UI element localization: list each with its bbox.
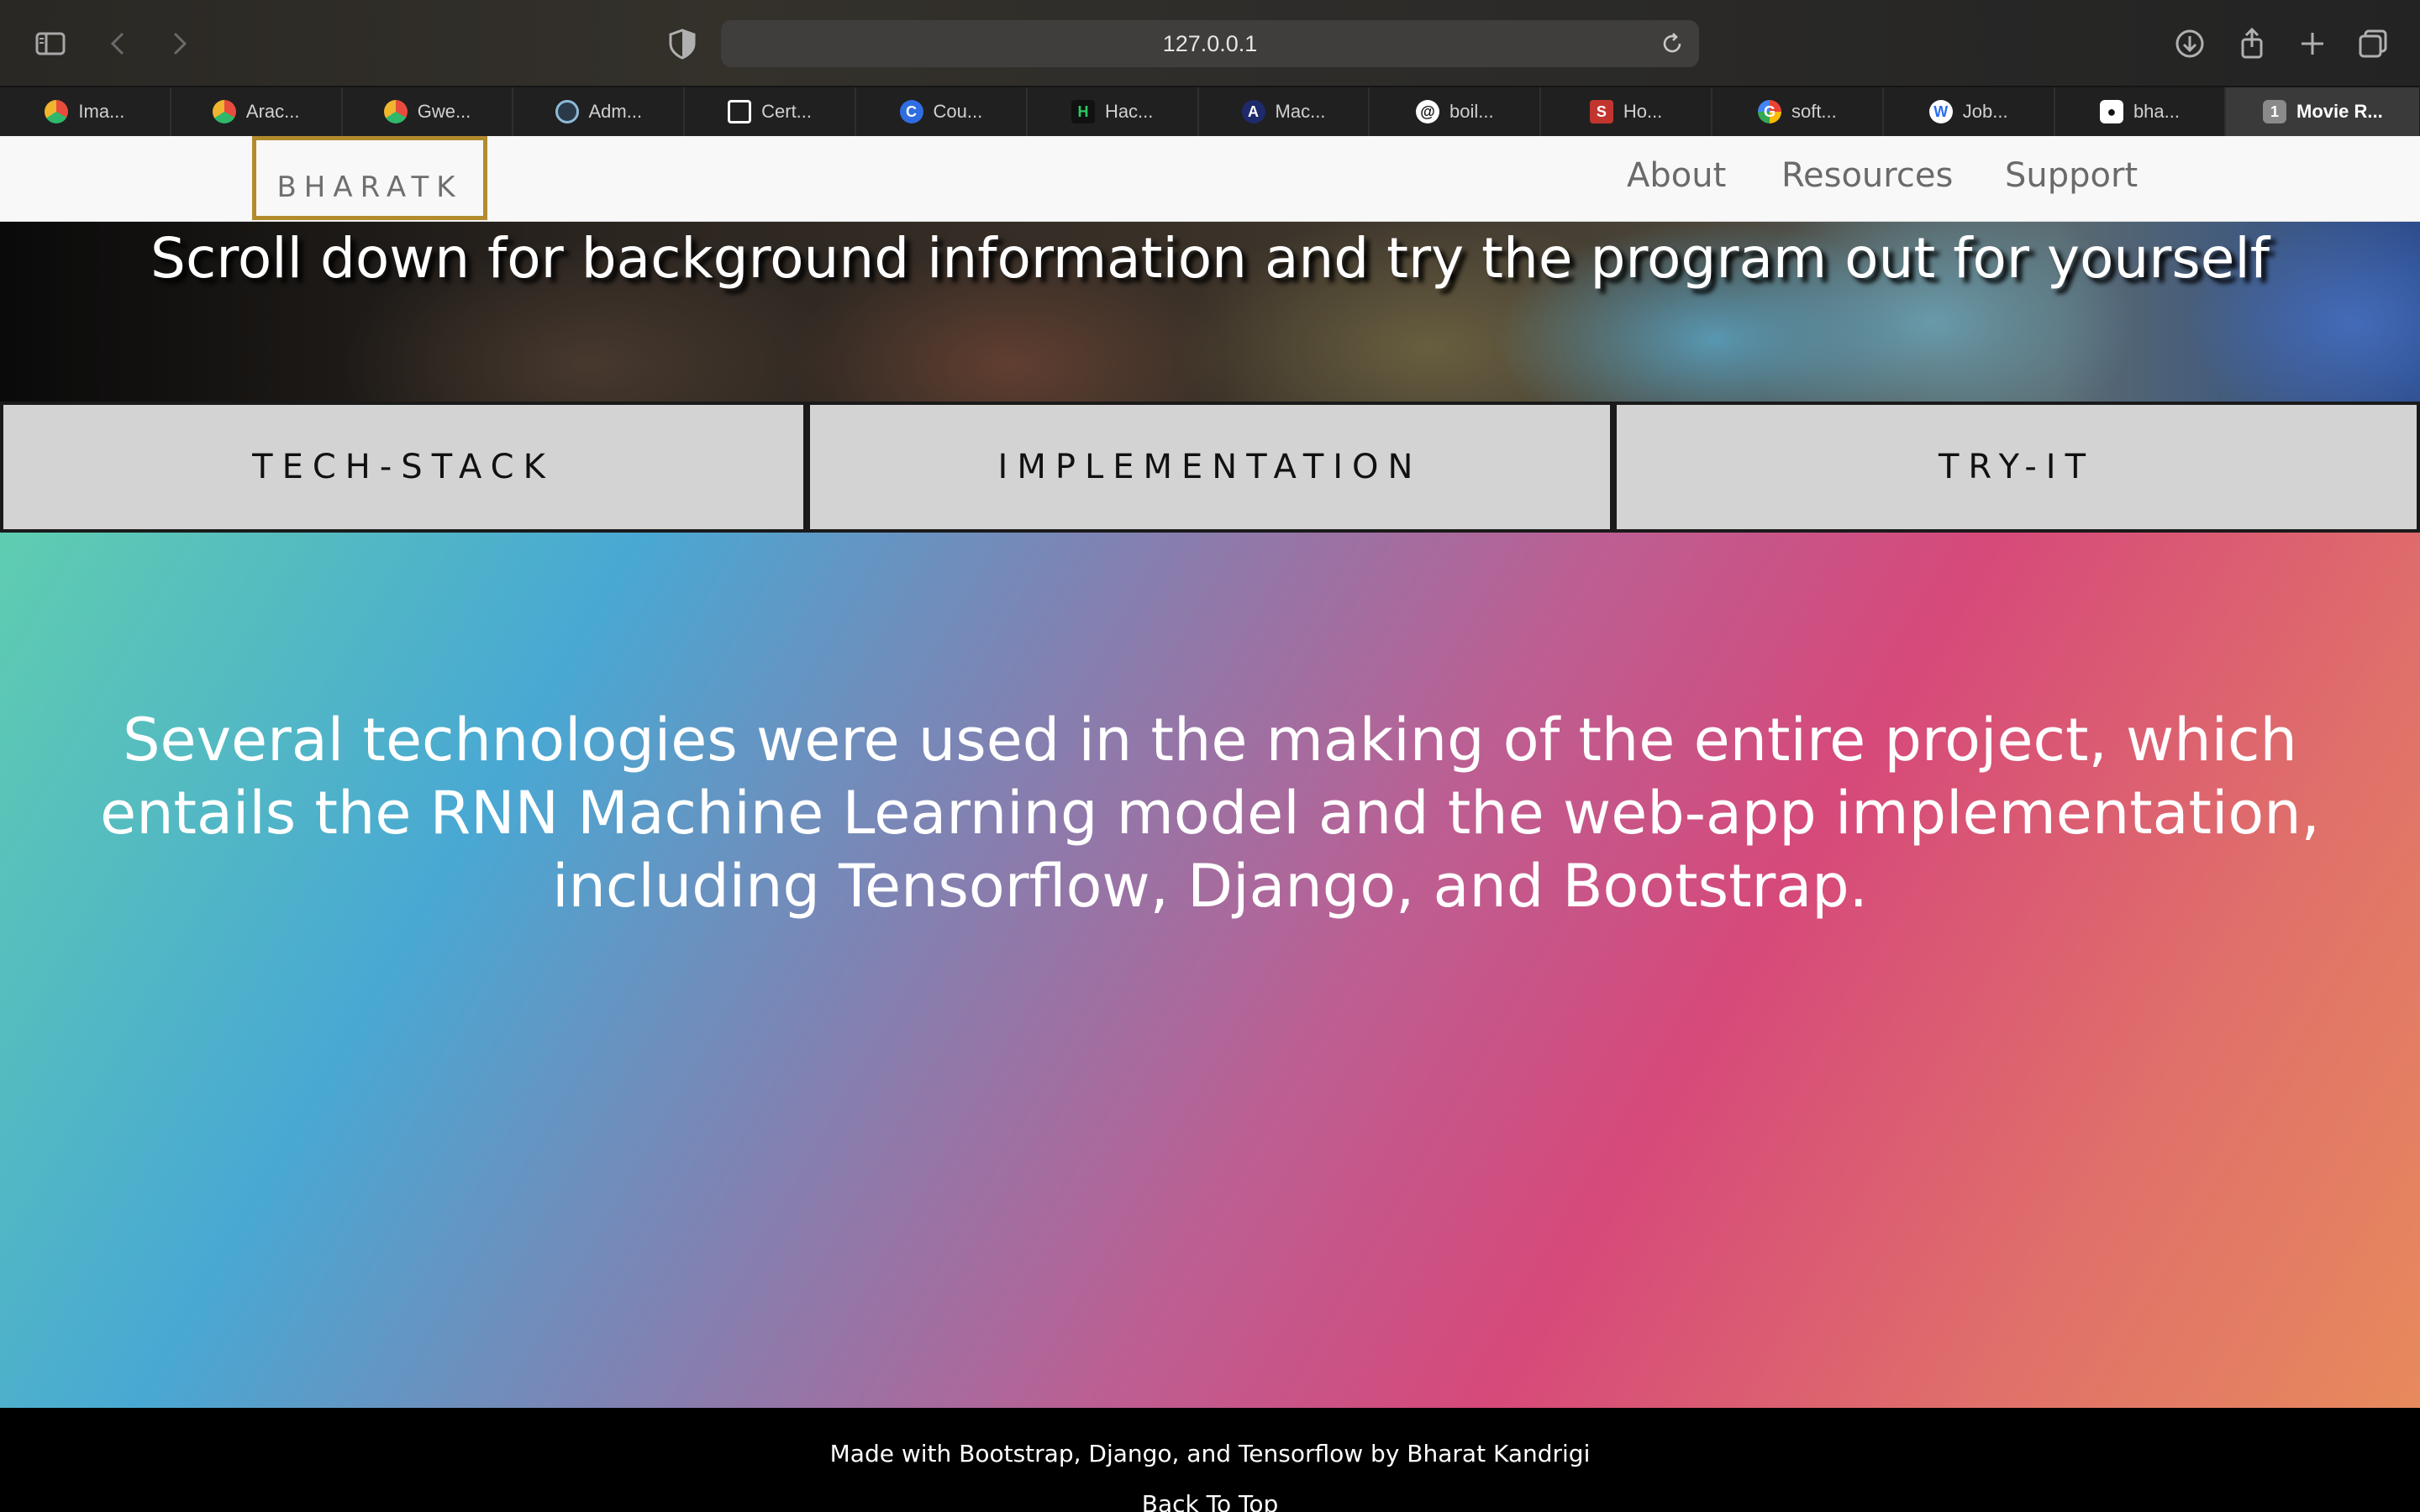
- a-logo-icon: A: [1241, 100, 1265, 123]
- tab-tech-stack[interactable]: TECH-STACK: [0, 402, 807, 533]
- triangle-logo-icon: [728, 100, 752, 123]
- url-text: 127.0.0.1: [1162, 30, 1258, 56]
- github-icon: ●: [2099, 100, 2123, 123]
- tab-label: Mac...: [1275, 101, 1326, 122]
- s-logo-icon: S: [1589, 100, 1613, 123]
- browser-tab[interactable]: C Cou...: [855, 87, 1028, 136]
- browser-tab[interactable]: Gwe...: [342, 87, 514, 136]
- tech-stack-description: Several technologies were used in the ma…: [100, 706, 2320, 921]
- tech-stack-section: Several technologies were used in the ma…: [0, 533, 2420, 1408]
- browser-tab[interactable]: Arac...: [171, 87, 343, 136]
- tab-label: Ima...: [78, 101, 125, 122]
- colorful-dots-icon: [383, 100, 408, 123]
- tab-try-it[interactable]: TRY-IT: [1613, 402, 2420, 533]
- hero-title: Scroll down for background information a…: [150, 226, 2270, 291]
- h-logo-icon: H: [1071, 100, 1095, 123]
- sidebar-toggle-icon[interactable]: [32, 25, 69, 62]
- browser-tab[interactable]: @ boil...: [1370, 87, 1542, 136]
- reload-icon[interactable]: [1659, 30, 1686, 57]
- spiral-icon: @: [1415, 100, 1439, 123]
- colorful-dots-icon: [212, 100, 236, 123]
- browser-tab-active[interactable]: 1 Movie R...: [2226, 87, 2420, 136]
- share-icon[interactable]: [2233, 25, 2270, 62]
- back-to-top-link[interactable]: Back To Top: [0, 1490, 2420, 1512]
- tab-label: Cert...: [761, 101, 813, 122]
- tab-label: bha...: [2133, 101, 2180, 122]
- browser-tab[interactable]: Adm...: [513, 87, 686, 136]
- hero-banner: Scroll down for background information a…: [0, 222, 2420, 402]
- browser-tab[interactable]: ● bha...: [2054, 87, 2227, 136]
- tab-label: Gwe...: [417, 101, 471, 122]
- forward-icon[interactable]: [160, 25, 197, 62]
- tab-label: Cou...: [933, 101, 983, 122]
- site-navbar: BHARATK About Resources Support: [0, 136, 2420, 222]
- back-icon[interactable]: [101, 25, 138, 62]
- tab-label: soft...: [1791, 101, 1837, 122]
- tab-overview-icon[interactable]: [2354, 25, 2391, 62]
- browser-tab[interactable]: W Job...: [1883, 87, 2055, 136]
- browser-toolbar: 127.0.0.1: [0, 0, 2420, 87]
- footer-credits: Made with Bootstrap, Django, and Tensorf…: [829, 1440, 1591, 1467]
- tab-label: Ho...: [1623, 101, 1663, 122]
- tab-label: boil...: [1449, 101, 1494, 122]
- tab-count-badge: 1: [2263, 100, 2287, 123]
- nav-link-resources[interactable]: Resources: [1781, 156, 1953, 195]
- web-page: BHARATK About Resources Support Scroll d…: [0, 136, 2420, 1512]
- google-icon: G: [1757, 100, 1781, 123]
- tab-bar: Ima... Arac... Gwe... Adm... Cert... C C…: [0, 87, 2420, 136]
- downloads-icon[interactable]: [2171, 25, 2208, 62]
- tab-label: Job...: [1962, 101, 2008, 122]
- eye-icon: [555, 100, 579, 123]
- site-footer: Made with Bootstrap, Django, and Tensorf…: [0, 1408, 2420, 1512]
- browser-tab[interactable]: Cert...: [685, 87, 856, 136]
- tab-label: Hac...: [1104, 101, 1154, 122]
- w-logo-icon: W: [1928, 100, 1953, 123]
- browser-tab[interactable]: S Ho...: [1541, 87, 1712, 136]
- tab-implementation[interactable]: IMPLEMENTATION: [807, 402, 1613, 533]
- section-tabs: TECH-STACK IMPLEMENTATION TRY-IT: [0, 402, 2420, 533]
- address-bar[interactable]: 127.0.0.1: [721, 20, 1699, 67]
- tab-label: Adm...: [588, 101, 643, 122]
- nav-link-about[interactable]: About: [1627, 156, 1726, 195]
- colorful-dots-icon: [45, 100, 69, 123]
- tab-label: Arac...: [245, 101, 300, 122]
- tab-label: Movie R...: [2296, 101, 2383, 122]
- brand-logo[interactable]: BHARATK: [252, 136, 487, 220]
- browser-tab[interactable]: G soft...: [1712, 87, 1884, 136]
- nav-link-support[interactable]: Support: [2005, 156, 2138, 195]
- c-logo-icon: C: [899, 100, 923, 123]
- browser-tab[interactable]: H Hac...: [1027, 87, 1199, 136]
- privacy-shield-icon[interactable]: [664, 25, 701, 62]
- browser-tab[interactable]: Ima...: [0, 87, 171, 136]
- browser-tab[interactable]: A Mac...: [1198, 87, 1370, 136]
- new-tab-icon[interactable]: [2294, 25, 2331, 62]
